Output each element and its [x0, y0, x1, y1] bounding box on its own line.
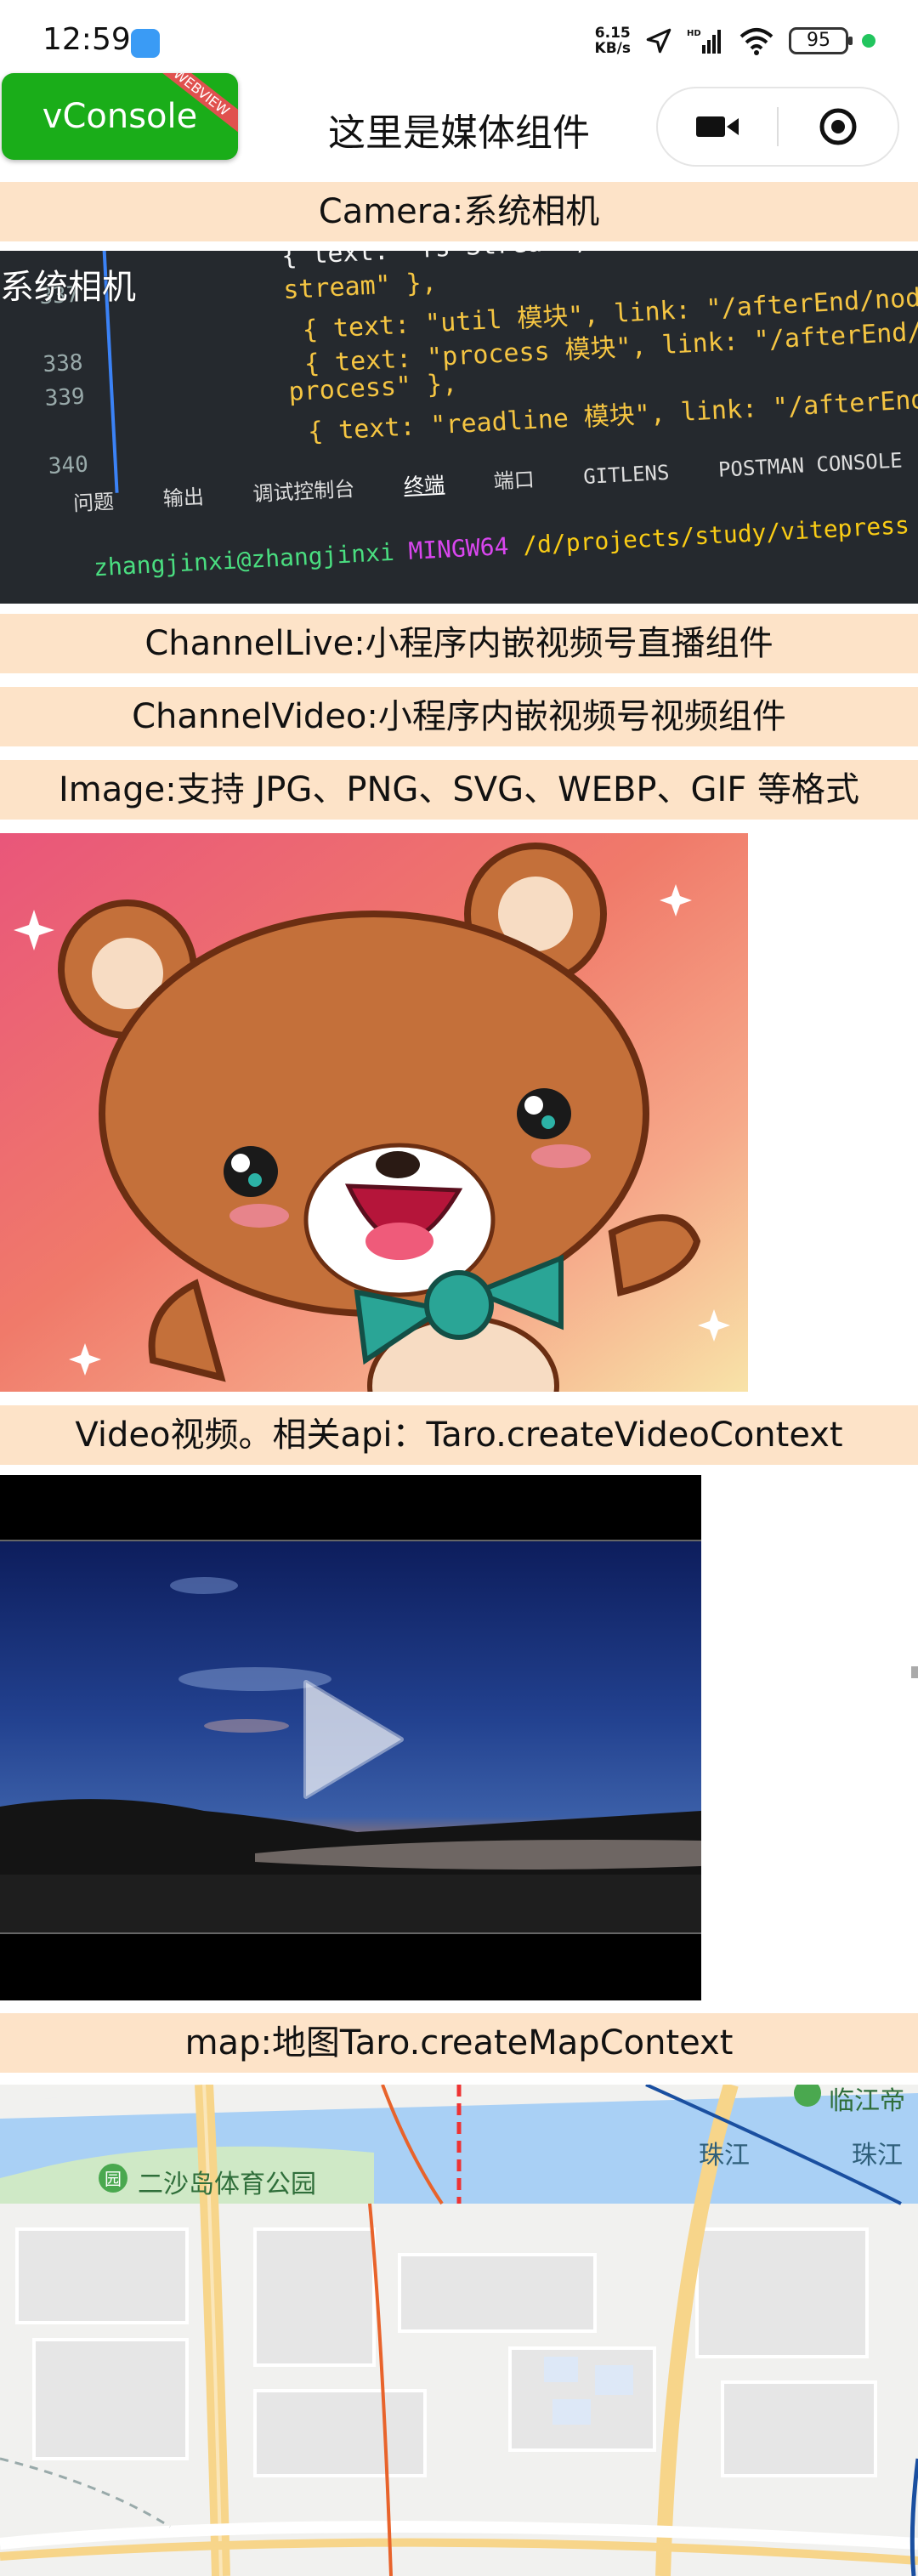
- section-header-channel-video: ChannelVideo:小程序内嵌视频号视频组件: [0, 687, 918, 746]
- capsule-menu: [656, 87, 899, 167]
- video-record-button[interactable]: [658, 88, 777, 165]
- battery-indicator: 95: [789, 27, 853, 54]
- svg-text:园: 园: [105, 2169, 122, 2189]
- line-number: 338: [42, 349, 84, 378]
- status-icons: 6.15 KB/s HD 95: [595, 26, 876, 56]
- map-label-river: 珠江: [852, 2141, 903, 2170]
- code-line: stream" },: [282, 267, 438, 306]
- section-header-camera: Camera:系统相机: [0, 182, 918, 241]
- section-header-map: map:地图Taro.createMapContext: [0, 2013, 918, 2073]
- terminal-prompt: zhangjinxi@zhangjinxi MINGW64 /d/project…: [93, 508, 918, 582]
- play-icon[interactable]: [298, 1676, 408, 1803]
- section-header-video: Video视频。相关api：Taro.createVideoContext: [0, 1405, 918, 1465]
- panel-tab: 输出: [162, 485, 205, 511]
- terminal-user: zhangjinxi@zhangjinxi: [93, 537, 395, 582]
- network-speed: 6.15 KB/s: [595, 26, 631, 56]
- target-circle-icon: [819, 108, 857, 145]
- panel-tab: 端口: [492, 468, 536, 494]
- scroll-handle: [911, 1666, 918, 1678]
- svg-text:HD: HD: [687, 29, 701, 38]
- privacy-indicator-dot: [862, 34, 876, 48]
- map-label-poi: 临江帝: [829, 2086, 905, 2116]
- status-bar: 12:59 6.15 KB/s HD 95: [0, 0, 918, 71]
- map-label-park: 二沙岛体育公园: [138, 2170, 316, 2199]
- network-speed-unit: KB/s: [594, 40, 631, 57]
- panel-tab: GITLENS: [582, 460, 671, 490]
- location-arrow-icon: [646, 28, 672, 54]
- panel-tab: 问题: [72, 489, 115, 516]
- wifi-icon: [740, 28, 774, 55]
- cellular-signal-icon: HD: [687, 29, 721, 54]
- terminal-shell: MINGW64: [407, 531, 510, 565]
- camera-preview-code: 337 338 339 340 { text: "fs Stream", str…: [26, 251, 918, 604]
- panel-tab: 终端: [403, 472, 445, 499]
- line-number: 339: [43, 383, 86, 412]
- terminal-panel-tabs: 问题 输出 调试控制台 终端 端口 GITLENS POSTMAN CONSOL…: [72, 443, 903, 516]
- map-tiles: 园: [0, 2085, 918, 2576]
- bear-illustration: [0, 833, 748, 1392]
- camera-overlay-label: 系统相机: [0, 268, 136, 307]
- map-view[interactable]: 园 二沙岛体育公园 珠江 珠江 临江帝: [0, 2085, 918, 2576]
- panel-tab: POSTMAN CONSOLE: [717, 448, 904, 482]
- status-time: 12:59: [42, 22, 131, 57]
- close-miniprogram-button[interactable]: [779, 88, 898, 165]
- video-camera-icon: [696, 116, 739, 137]
- network-speed-value: 6.15: [594, 25, 631, 42]
- camera-view[interactable]: 337 338 339 340 { text: "fs Stream", str…: [0, 251, 918, 604]
- section-header-channel-live: ChannelLive:小程序内嵌视频号直播组件: [0, 614, 918, 673]
- app-notification-icon: [131, 29, 160, 58]
- line-number: 340: [48, 451, 89, 479]
- terminal-path: /d/projects/study/vitepress: [522, 511, 910, 559]
- section-header-image: Image:支持 JPG、PNG、SVG、WEBP、GIF 等格式: [0, 760, 918, 820]
- nav-bar: vConsole WEBVIEW 这里是媒体组件: [0, 71, 918, 180]
- panel-tab: 调试控制台: [252, 477, 356, 507]
- video-player[interactable]: [0, 1475, 701, 2000]
- bear-image: [0, 833, 748, 1392]
- map-label-river: 珠江: [699, 2141, 750, 2170]
